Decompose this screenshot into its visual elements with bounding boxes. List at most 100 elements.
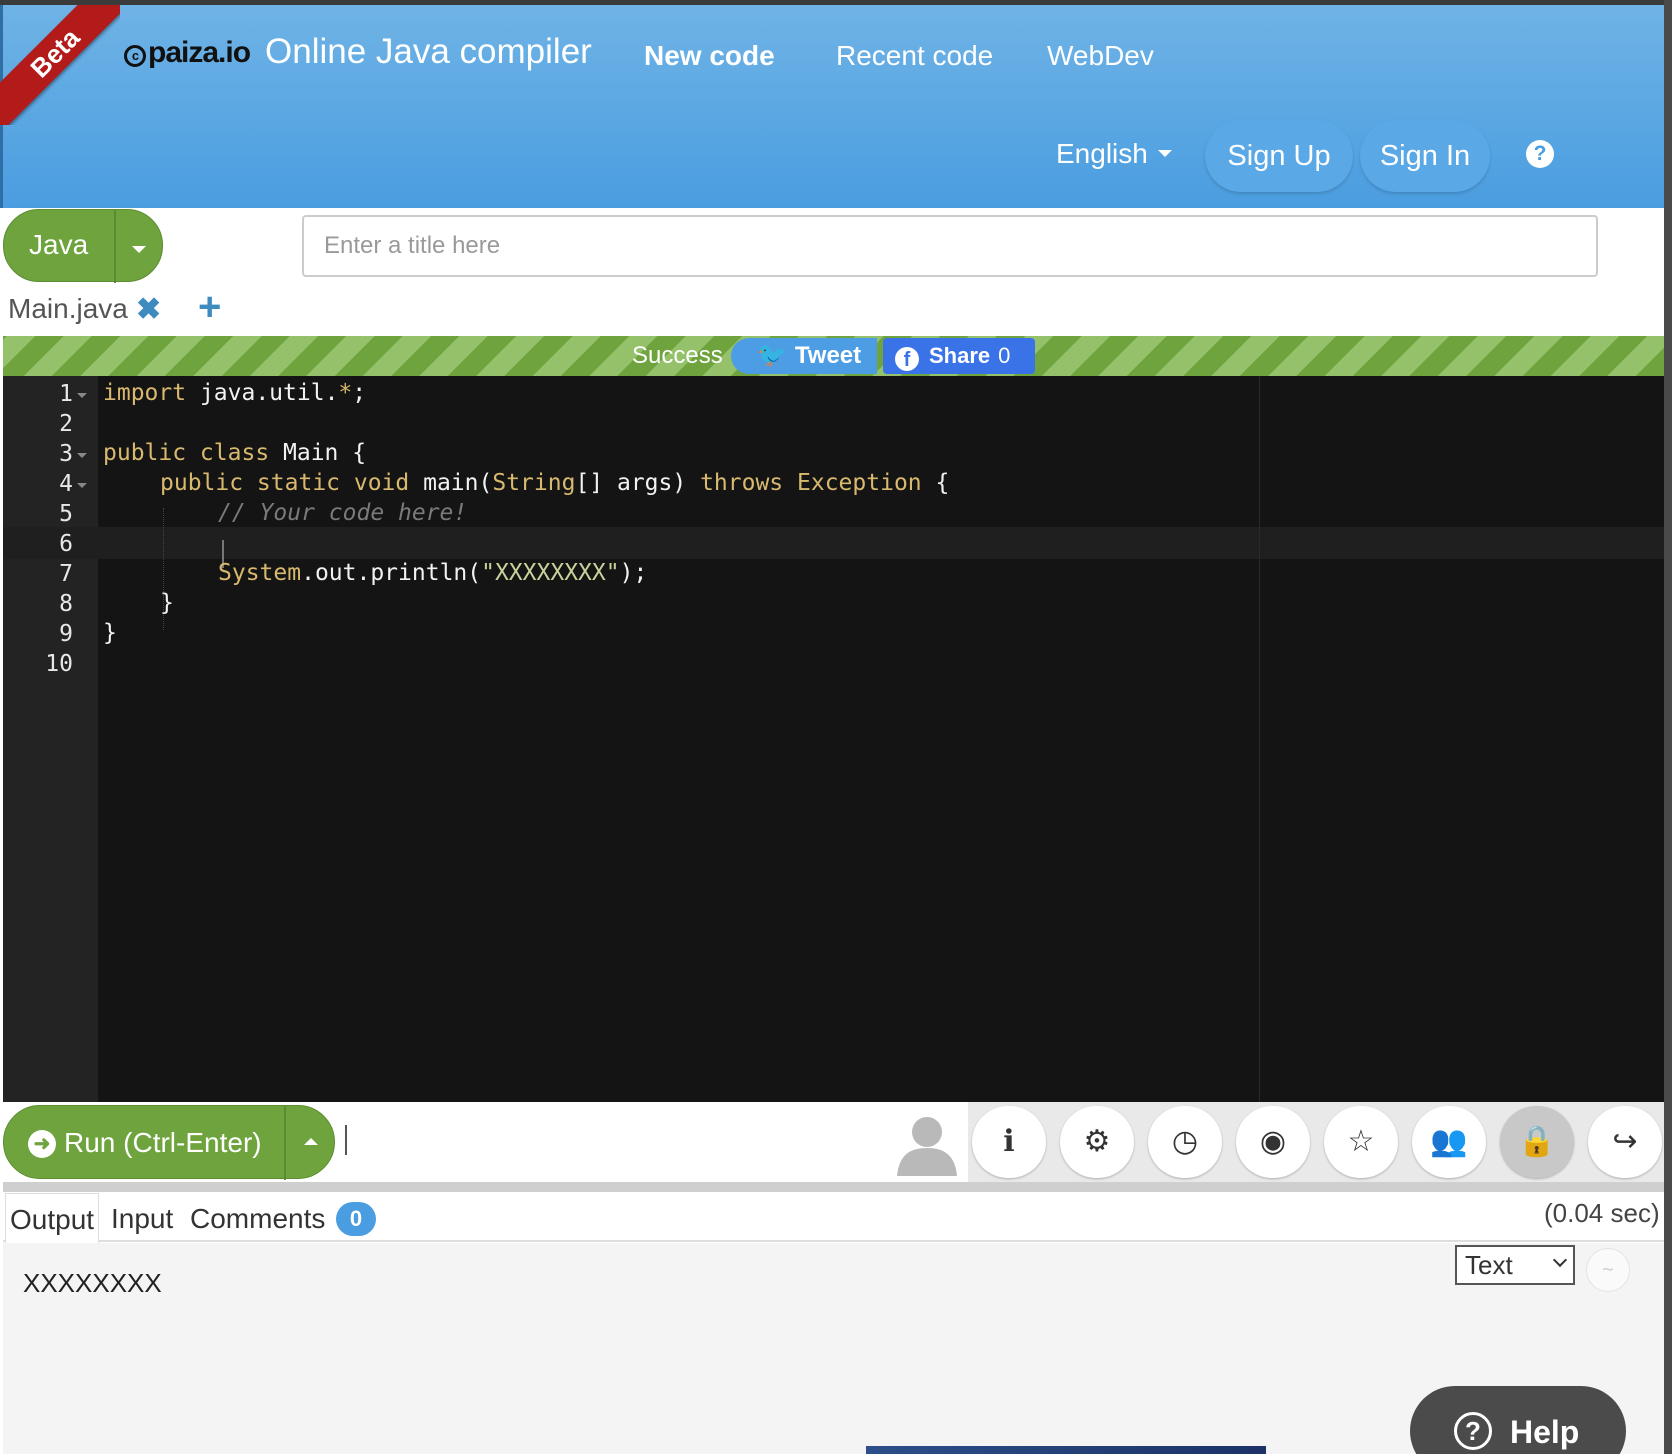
code-token: throws bbox=[700, 470, 784, 496]
help-label: Help bbox=[1510, 1414, 1580, 1450]
nav-new-code[interactable]: New code bbox=[644, 40, 775, 72]
beta-ribbon: Beta bbox=[0, 5, 120, 125]
group-icon[interactable]: 👥 bbox=[1412, 1106, 1486, 1178]
code-line: public class Main { bbox=[103, 440, 366, 466]
button-divider bbox=[114, 210, 116, 283]
add-file-icon[interactable]: + bbox=[198, 285, 221, 330]
tab-input[interactable]: Input bbox=[111, 1203, 173, 1235]
fold-arrow-icon[interactable] bbox=[77, 483, 87, 488]
line-number: 8 bbox=[59, 591, 73, 617]
copyright-icon: c bbox=[124, 45, 146, 67]
paiza-logo[interactable]: c paiza.io bbox=[124, 36, 251, 70]
code-token: public static void bbox=[160, 470, 410, 496]
facebook-share-button[interactable]: f Share 0 bbox=[883, 338, 1035, 374]
clock-icon[interactable]: ◷ bbox=[1148, 1106, 1222, 1178]
tab-main-java[interactable]: Main.java bbox=[8, 293, 128, 325]
bottom-banner-edge bbox=[866, 1446, 1266, 1454]
code-comment: // Your code here! bbox=[218, 500, 468, 526]
language-label: English bbox=[1056, 138, 1148, 169]
run-label: Run (Ctrl-Enter) bbox=[64, 1127, 262, 1158]
chevron-down-icon bbox=[1157, 150, 1172, 157]
tab-comments[interactable]: Comments bbox=[190, 1203, 325, 1235]
github-icon[interactable]: ◉ bbox=[1236, 1106, 1310, 1178]
sign-up-button[interactable]: Sign Up bbox=[1205, 120, 1353, 192]
run-time: (0.04 sec) bbox=[1544, 1198, 1660, 1228]
language-select-button[interactable]: Java bbox=[3, 209, 163, 283]
caret-down-icon[interactable] bbox=[132, 246, 146, 253]
star-icon[interactable]: ☆ bbox=[1324, 1106, 1398, 1178]
paiza-page: Beta c paiza.io Online Java compiler New … bbox=[0, 0, 1672, 1454]
nav-webdev[interactable]: WebDev bbox=[1047, 40, 1154, 72]
tweet-button[interactable]: 🐦 Tweet bbox=[731, 338, 877, 374]
code-token: ; bbox=[352, 380, 367, 406]
wrap-icon[interactable]: ~ bbox=[1586, 1248, 1630, 1292]
code-token: Main { bbox=[269, 440, 367, 466]
code-token: .out.println( bbox=[301, 560, 482, 586]
logo-text: paiza.io bbox=[148, 36, 251, 69]
nav-recent-code[interactable]: Recent code bbox=[836, 40, 993, 72]
gear-icon[interactable]: ⚙ bbox=[1060, 1106, 1134, 1178]
close-icon[interactable]: ✖ bbox=[136, 292, 161, 327]
line-number: 9 bbox=[59, 621, 73, 647]
tweet-label: Tweet bbox=[794, 342, 862, 369]
code-line: } bbox=[103, 620, 117, 646]
code-string: "XXXXXXXX" bbox=[481, 560, 620, 586]
code-line: public static void main(String[] args) t… bbox=[160, 470, 949, 496]
code-line: } bbox=[160, 590, 174, 616]
user-avatar-icon[interactable] bbox=[893, 1108, 961, 1176]
button-divider bbox=[284, 1106, 286, 1180]
code-token: public class bbox=[103, 440, 270, 466]
share-icon[interactable]: ↪ bbox=[1588, 1106, 1662, 1178]
window-right-border bbox=[1664, 0, 1672, 1454]
sign-in-button[interactable]: Sign In bbox=[1360, 120, 1490, 192]
code-token: main( bbox=[409, 470, 493, 496]
code-token: import bbox=[103, 380, 187, 406]
code-token: System bbox=[218, 560, 302, 586]
code-token: { bbox=[921, 470, 950, 496]
language-select-label: Java bbox=[29, 229, 89, 260]
arrow-right-circle-icon: ➜ bbox=[28, 1130, 56, 1158]
caret-up-icon[interactable] bbox=[304, 1138, 318, 1145]
active-line-highlight bbox=[3, 527, 1664, 559]
output-text: XXXXXXXX bbox=[23, 1268, 162, 1298]
line-number: 4 bbox=[59, 471, 73, 497]
beta-label: Beta bbox=[0, 5, 120, 125]
help-button[interactable]: ? Help bbox=[1410, 1386, 1626, 1454]
facebook-icon: f bbox=[895, 347, 919, 371]
lock-icon[interactable]: 🔒 bbox=[1500, 1106, 1574, 1178]
line-number: 6 bbox=[59, 531, 73, 557]
language-dropdown[interactable]: English bbox=[1056, 138, 1172, 170]
code-token: String bbox=[492, 470, 576, 496]
format-value: Text bbox=[1465, 1250, 1513, 1280]
share-label: Share bbox=[929, 343, 991, 368]
info-icon[interactable]: ℹ bbox=[972, 1106, 1046, 1178]
run-button[interactable]: ➜ Run (Ctrl-Enter) bbox=[3, 1105, 335, 1180]
fold-arrow-icon[interactable] bbox=[77, 453, 87, 458]
code-title-input[interactable] bbox=[302, 215, 1598, 277]
line-number: 1 bbox=[59, 381, 73, 407]
line-number: 2 bbox=[59, 411, 73, 437]
code-token: Exception bbox=[797, 470, 922, 496]
output-format-select[interactable]: Text bbox=[1455, 1245, 1575, 1285]
chevron-down-icon bbox=[1552, 1252, 1568, 1268]
code-token: ); bbox=[619, 560, 648, 586]
question-icon[interactable]: ? bbox=[1526, 140, 1554, 168]
share-count: 0 bbox=[998, 343, 1011, 368]
code-line: System.out.println("XXXXXXXX"); bbox=[218, 560, 647, 586]
print-margin bbox=[1259, 376, 1260, 1102]
panel-divider[interactable] bbox=[3, 1182, 1664, 1192]
line-number: 3 bbox=[59, 441, 73, 467]
line-number: 5 bbox=[59, 501, 73, 527]
line-number: 7 bbox=[59, 561, 73, 587]
comments-count-badge: 0 bbox=[336, 1202, 376, 1236]
fold-arrow-icon[interactable] bbox=[77, 393, 87, 398]
twitter-bird-icon: 🐦 bbox=[757, 342, 787, 369]
status-text: Success bbox=[632, 342, 723, 369]
tab-output[interactable]: Output bbox=[5, 1193, 100, 1243]
code-token: java.util. bbox=[186, 380, 339, 406]
text-cursor bbox=[345, 1125, 347, 1155]
line-number: 10 bbox=[45, 651, 73, 677]
page-title: Online Java compiler bbox=[265, 32, 592, 71]
code-token: [] args) bbox=[575, 470, 701, 496]
